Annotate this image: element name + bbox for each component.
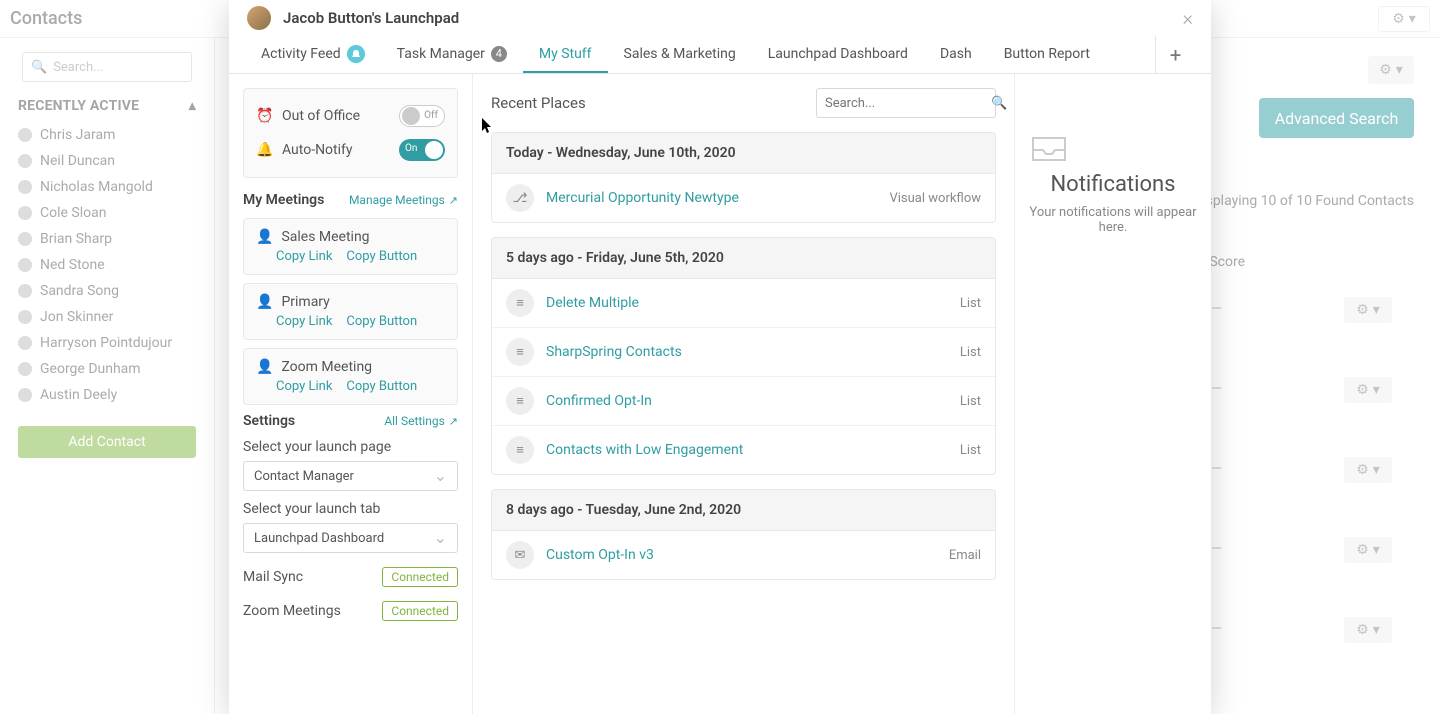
tab-button-report[interactable]: Button Report bbox=[988, 36, 1106, 73]
launch-tab-select[interactable]: Launchpad Dashboard bbox=[243, 523, 458, 553]
auto-notify-toggle[interactable]: On bbox=[399, 139, 445, 161]
person-icon: 👤 bbox=[256, 294, 273, 310]
tab-activity-feed[interactable]: Activity Feed bbox=[245, 36, 381, 73]
list-icon: ≡ bbox=[506, 338, 534, 366]
bell-icon: 🔔 bbox=[256, 142, 272, 158]
add-tab-button[interactable]: + bbox=[1155, 36, 1195, 73]
my-meetings-heading: My Meetings bbox=[243, 192, 324, 208]
external-link-icon: ↗ bbox=[449, 415, 458, 428]
manage-meetings-link[interactable]: Manage Meetings ↗ bbox=[349, 193, 458, 207]
all-settings-link[interactable]: All Settings ↗ bbox=[384, 414, 458, 428]
tab-label: Launchpad Dashboard bbox=[768, 46, 908, 62]
list-icon: ≡ bbox=[506, 387, 534, 415]
recent-item-type: List bbox=[960, 394, 981, 409]
recent-group: 8 days ago - Tuesday, June 2nd, 2020 ✉ Cus… bbox=[491, 489, 996, 580]
list-icon: ≡ bbox=[506, 436, 534, 464]
meeting-card: 👤 Primary Copy Link Copy Button bbox=[243, 283, 458, 340]
recent-item-name: SharpSpring Contacts bbox=[546, 344, 948, 360]
copy-link-button[interactable]: Copy Link bbox=[276, 379, 332, 394]
tab-launchpad-dashboard[interactable]: Launchpad Dashboard bbox=[752, 36, 924, 73]
copy-link-button[interactable]: Copy Link bbox=[276, 314, 332, 329]
recent-item[interactable]: ⎇ Mercurial Opportunity Newtype Visual wor… bbox=[492, 174, 995, 222]
launch-page-label: Select your launch page bbox=[243, 439, 458, 455]
meeting-name: Zoom Meeting bbox=[281, 359, 372, 375]
recent-item[interactable]: ≡ Confirmed Opt-In List bbox=[492, 377, 995, 426]
recent-group: 5 days ago - Friday, June 5th, 2020 ≡ Dele… bbox=[491, 237, 996, 475]
meeting-name: Primary bbox=[281, 294, 329, 310]
recent-item[interactable]: ≡ Contacts with Low Engagement List bbox=[492, 426, 995, 474]
auto-notify-label: Auto-Notify bbox=[282, 142, 389, 158]
recent-item[interactable]: ≡ Delete Multiple List bbox=[492, 279, 995, 328]
inbox-icon bbox=[1029, 134, 1197, 164]
group-header: 8 days ago - Tuesday, June 2nd, 2020 bbox=[492, 490, 995, 531]
tab-dash[interactable]: Dash bbox=[924, 36, 988, 73]
email-icon: ✉ bbox=[506, 541, 534, 569]
person-icon: 👤 bbox=[256, 229, 273, 245]
recent-item-type: Email bbox=[949, 548, 981, 563]
tab-label: Sales & Marketing bbox=[624, 46, 736, 62]
tab-sales-marketing[interactable]: Sales & Marketing bbox=[608, 36, 752, 73]
recent-item[interactable]: ✉ Custom Opt-In v3 Email bbox=[492, 531, 995, 579]
copy-button-button[interactable]: Copy Button bbox=[346, 249, 417, 264]
tab-label: Task Manager bbox=[397, 46, 485, 62]
notifications-heading: Notifications bbox=[1029, 172, 1197, 197]
recent-item[interactable]: ≡ SharpSpring Contacts List bbox=[492, 328, 995, 377]
launch-page-select[interactable]: Contact Manager bbox=[243, 461, 458, 491]
search-icon: 🔍 bbox=[991, 96, 1007, 111]
recent-item-name: Delete Multiple bbox=[546, 295, 948, 311]
tab-label: Dash bbox=[940, 46, 972, 62]
modal-tab-list: Activity Feed Task Manager 4 My Stuff Sales … bbox=[229, 36, 1211, 74]
copy-button-button[interactable]: Copy Button bbox=[346, 379, 417, 394]
external-link-icon: ↗ bbox=[449, 194, 458, 207]
recent-places-search-input[interactable] bbox=[825, 96, 991, 111]
tab-label: Activity Feed bbox=[261, 46, 341, 62]
workflow-icon: ⎇ bbox=[506, 184, 534, 212]
bell-icon bbox=[347, 45, 365, 63]
meeting-name: Sales Meeting bbox=[281, 229, 369, 245]
close-button[interactable]: × bbox=[1183, 6, 1193, 30]
settings-heading: Settings bbox=[243, 413, 295, 429]
zoom-meetings-label: Zoom Meetings bbox=[243, 603, 341, 619]
copy-link-button[interactable]: Copy Link bbox=[276, 249, 332, 264]
recent-item-type: List bbox=[960, 296, 981, 311]
user-avatar bbox=[247, 6, 271, 30]
alarm-icon: ⏰ bbox=[256, 108, 272, 124]
recent-item-name: Custom Opt-In v3 bbox=[546, 547, 937, 563]
mail-sync-status-badge: Connected bbox=[382, 567, 458, 587]
group-header: Today - Wednesday, June 10th, 2020 bbox=[492, 133, 995, 174]
tab-task-manager[interactable]: Task Manager 4 bbox=[381, 36, 523, 73]
recent-item-name: Confirmed Opt-In bbox=[546, 393, 948, 409]
count-badge: 4 bbox=[491, 46, 507, 62]
mail-sync-label: Mail Sync bbox=[243, 569, 303, 585]
out-of-office-toggle[interactable]: Off bbox=[399, 105, 445, 127]
person-icon: 👤 bbox=[256, 359, 273, 375]
meeting-card: 👤 Zoom Meeting Copy Link Copy Button bbox=[243, 348, 458, 405]
tab-label: My Stuff bbox=[539, 46, 592, 62]
meeting-card: 👤 Sales Meeting Copy Link Copy Button bbox=[243, 218, 458, 275]
recent-group: Today - Wednesday, June 10th, 2020 ⎇ Mercu… bbox=[491, 132, 996, 223]
recent-item-type: List bbox=[960, 345, 981, 360]
zoom-status-badge: Connected bbox=[382, 601, 458, 621]
recent-places-search[interactable]: 🔍 bbox=[816, 88, 996, 118]
tab-label: Button Report bbox=[1004, 46, 1090, 62]
recent-item-name: Mercurial Opportunity Newtype bbox=[546, 190, 877, 206]
modal-title: Jacob Button's Launchpad bbox=[283, 9, 459, 27]
launch-tab-label: Select your launch tab bbox=[243, 501, 458, 517]
plus-icon: + bbox=[1170, 43, 1181, 67]
group-header: 5 days ago - Friday, June 5th, 2020 bbox=[492, 238, 995, 279]
recent-item-name: Contacts with Low Engagement bbox=[546, 442, 948, 458]
list-icon: ≡ bbox=[506, 289, 534, 317]
recent-item-type: List bbox=[960, 443, 981, 458]
out-of-office-label: Out of Office bbox=[282, 108, 389, 124]
launchpad-modal: Jacob Button's Launchpad × Activity Feed… bbox=[229, 0, 1211, 714]
copy-button-button[interactable]: Copy Button bbox=[346, 314, 417, 329]
notifications-empty-text: Your notifications will appear here. bbox=[1029, 205, 1197, 235]
recent-places-heading: Recent Places bbox=[491, 94, 586, 112]
recent-item-type: Visual workflow bbox=[889, 191, 981, 206]
tab-my-stuff[interactable]: My Stuff bbox=[523, 36, 608, 73]
